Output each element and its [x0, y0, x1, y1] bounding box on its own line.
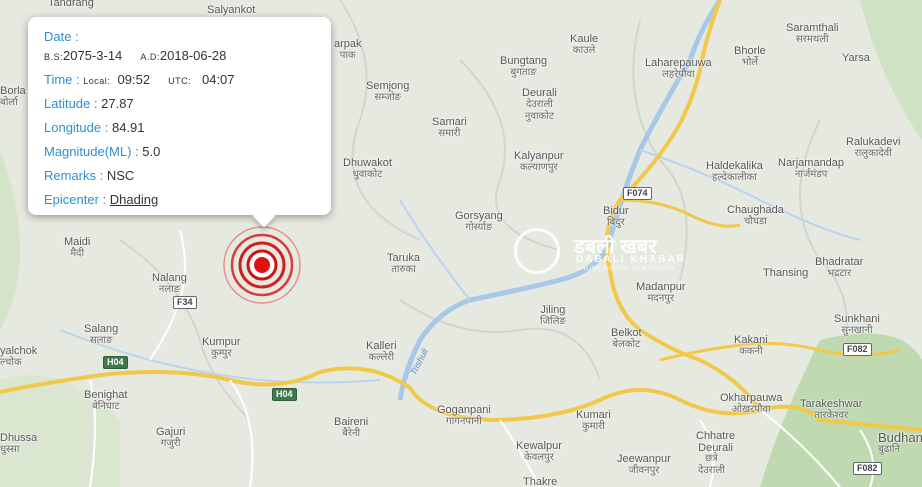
- watermark-circle: [514, 228, 560, 274]
- local-time: 09:52: [117, 72, 151, 87]
- epicenter-marker[interactable]: [222, 225, 302, 305]
- place-bidur: Bidur बिदुर: [603, 205, 629, 228]
- place-yalchok: yalchok ल्चोक: [0, 345, 38, 368]
- latitude-value: 27.87: [101, 96, 134, 111]
- ad-prefix: A.D:: [140, 52, 160, 62]
- epicenter-link[interactable]: Dhading: [110, 192, 158, 207]
- bs-prefix: B.S:: [44, 52, 64, 62]
- longitude-value: 84.91: [111, 120, 145, 135]
- longitude-row: Longitude : 84.91: [44, 120, 145, 135]
- place-kakani: Kakani ककनी: [734, 334, 768, 357]
- place-tarakeshwar: Tarakeshwar तारकेश्वर: [800, 398, 863, 421]
- road-shield-f082-a: F082: [843, 343, 872, 356]
- place-chhatre-deurali: Chhatre Deurali: [696, 430, 736, 454]
- place-belkot: Belkot बेलकोट: [611, 327, 642, 350]
- place-jeewanpur: Jeewanpur जीवनपुर: [617, 453, 671, 476]
- place-narjamandap: Narjamandap नार्जमंडप: [778, 157, 845, 180]
- watermark-tagline: ONLINE DIGITAL NEWSPAPER: [576, 266, 675, 272]
- place-deurali-nuwakot: Deurali देउराली नुवाकोट: [522, 87, 557, 122]
- place-semjong: Semjong सम्जोङ: [366, 80, 410, 103]
- remarks-label: Remarks :: [44, 168, 104, 183]
- bs-date: 2075-3-14: [63, 48, 123, 63]
- road-shield-f082-b: F082: [853, 462, 882, 475]
- place-ralukadevi: Ralukadevi रालुकादेवी: [846, 136, 901, 159]
- place-bhorle: Bhorle भोर्ले: [734, 45, 766, 68]
- place-saramthali: Saramthali सरमथली: [786, 22, 839, 45]
- date-label: Date :: [44, 29, 79, 44]
- watermark-subtitle: DABALI KHABAR: [576, 254, 686, 265]
- local-prefix: Local:: [83, 76, 111, 86]
- date-row: Date :: [44, 29, 79, 44]
- latitude-row: Latitude : 27.87: [44, 96, 134, 111]
- place-taruka: Taruka तारुका: [387, 252, 421, 275]
- magnitude-row: Magnitude(ML) : 5.0: [44, 144, 160, 159]
- place-kumpur: Kumpur कुम्पुर: [202, 336, 241, 359]
- latitude-label: Latitude :: [44, 96, 98, 111]
- longitude-label: Longitude :: [44, 120, 109, 135]
- place-dhussa: Dhussa धुस्सा: [0, 432, 38, 455]
- place-samari: Samari समारी: [432, 116, 467, 139]
- place-baireni: Baireni बैरेनी: [334, 416, 369, 439]
- place-haldekalika: Haldekalika हल्देकालीका: [706, 160, 763, 183]
- place-gajuri: Gajuri गजुरी: [156, 426, 186, 449]
- place-bungtang: Bungtang बुगताङ: [500, 55, 548, 78]
- place-bhadratar: Bhadratar भद्रटार: [815, 256, 864, 279]
- place-salyankot: Salyankot: [207, 4, 256, 16]
- place-tandrang: Tandrang: [48, 0, 94, 9]
- magnitude-label: Magnitude(ML) :: [44, 144, 139, 159]
- place-kewalpur: Kewalpur केवलपुर: [516, 440, 562, 463]
- place-madanpur: Madanpur मदनपुर: [636, 281, 686, 304]
- place-okharpauwa: Okharpauwa ओखरपौवा: [720, 392, 783, 415]
- place-kumari: Kumari कुमारी: [576, 409, 611, 432]
- place-arpak: arpak पाक: [334, 38, 362, 61]
- remarks-row: Remarks : NSC: [44, 168, 134, 183]
- utc-prefix: UTC:: [168, 76, 192, 86]
- place-jiling: Jiling जिलिङ: [540, 304, 566, 327]
- utc-time: 04:07: [201, 72, 235, 87]
- road-shield-f074: F074: [623, 187, 652, 200]
- place-goganpani: Goganpani गागनपानी: [437, 404, 491, 427]
- road-shield-h04-b: H04: [272, 388, 297, 401]
- magnitude-value: 5.0: [142, 144, 161, 159]
- time-row: Time : Local: 09:52 UTC: 04:07: [44, 72, 235, 87]
- place-chhatre-deurali-np: छत्रे देउराली: [698, 453, 725, 476]
- date-values-row: B.S:2075-3-14 A.D:2018-06-28: [44, 48, 226, 63]
- place-laharepauwa: Laharepauwa लहरेपौवा: [645, 57, 712, 80]
- road-shield-h04-a: H04: [103, 356, 128, 369]
- place-benighat: Benighat बेनिघाट: [84, 389, 128, 412]
- epicenter-row: Epicenter : Dhading: [44, 192, 158, 207]
- place-gorsyang: Gorsyang गोर्स्याङ: [455, 210, 503, 233]
- earthquake-info-popup: Date : B.S:2075-3-14 A.D:2018-06-28 Time…: [28, 17, 331, 215]
- place-yarsa: Yarsa: [842, 52, 870, 64]
- road-shield-f34: F34: [173, 296, 197, 309]
- remarks-value: NSC: [106, 168, 135, 183]
- place-sunkhani: Sunkhani सुनखानी: [834, 313, 880, 336]
- place-kalleri: Kalleri कल्लेरी: [366, 340, 397, 363]
- place-borla: Borla बोर्ला: [0, 85, 26, 108]
- place-maidi: Maidi मैदी: [64, 236, 91, 259]
- place-budhanilkantha: Budhan बुढानि: [878, 430, 922, 455]
- place-chaughada: Chaughada चौघडा: [727, 204, 784, 227]
- place-thakre: Thakre: [523, 476, 558, 487]
- epicenter-label: Epicenter :: [44, 192, 107, 207]
- place-dhuwakot: Dhuwakot धुवाकोट: [343, 157, 392, 180]
- place-kaule: Kaule काउले: [570, 33, 599, 56]
- place-nalang: Nalang नलाङ: [152, 272, 187, 295]
- place-salang: Salang सलाङ: [84, 323, 119, 346]
- time-label: Time :: [44, 72, 80, 87]
- map-canvas[interactable]: Tandrang Salyankot arpak पाक Kaule काउले L…: [0, 0, 922, 487]
- place-thansing: Thansing: [763, 267, 809, 279]
- place-kalyanpur: Kalyanpur कल्याणपुर: [514, 150, 564, 173]
- ad-date: 2018-06-28: [159, 48, 227, 63]
